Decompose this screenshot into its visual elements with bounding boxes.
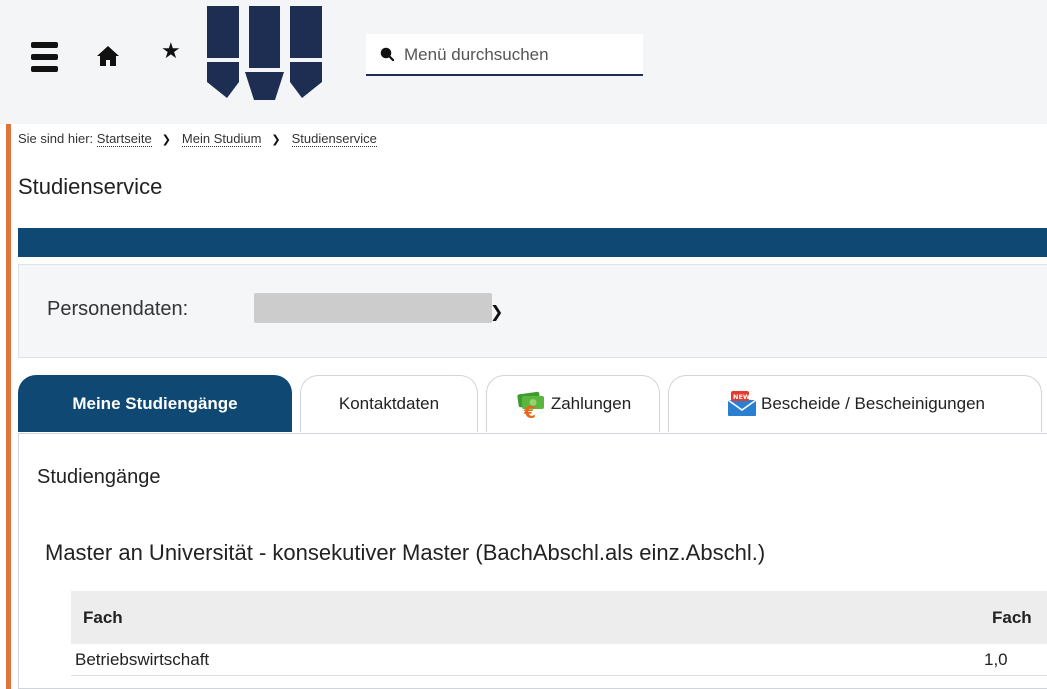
money-icon: € bbox=[517, 391, 544, 418]
section-title: Studiengänge bbox=[37, 466, 161, 488]
column-header-fach-2: Fach bbox=[980, 591, 1047, 644]
svg-text:NEW: NEW bbox=[733, 393, 750, 401]
breadcrumb-mein-studium[interactable]: Mein Studium bbox=[181, 131, 262, 147]
program-title: Master an Universität - konsekutiver Mas… bbox=[45, 540, 766, 565]
cell-subject: Betriebswirtschaft bbox=[71, 644, 980, 676]
new-mail-icon: NEW bbox=[727, 391, 757, 416]
university-logo[interactable] bbox=[207, 6, 322, 101]
tab-label: Kontaktdaten bbox=[338, 394, 440, 413]
breadcrumb-studienservice[interactable]: Studienservice bbox=[291, 131, 377, 147]
svg-text:€: € bbox=[523, 403, 536, 418]
tab-kontaktdaten[interactable]: Kontaktdaten bbox=[300, 375, 478, 432]
chevron-right-icon: ❯ bbox=[271, 134, 281, 146]
subjects-table: Fach Fach Betriebswirtschaft 1,0 bbox=[71, 591, 1047, 676]
home-icon[interactable] bbox=[96, 45, 120, 67]
tab-label: Bescheide / Bescheinigungen bbox=[761, 394, 985, 413]
table-header-row: Fach Fach bbox=[71, 591, 1047, 644]
top-bar: ★ bbox=[0, 0, 1047, 124]
table-row: Betriebswirtschaft 1,0 bbox=[71, 644, 1047, 676]
chevron-right-icon: ❯ bbox=[161, 134, 171, 146]
star-icon[interactable]: ★ bbox=[161, 38, 181, 64]
search-input[interactable] bbox=[402, 42, 636, 68]
search-icon bbox=[380, 47, 394, 61]
tab-bar: Meine Studiengänge Kontaktdaten € Zahlun… bbox=[18, 375, 1047, 433]
breadcrumb-startseite[interactable]: Startseite bbox=[96, 131, 152, 147]
hamburger-menu-icon[interactable] bbox=[31, 42, 58, 72]
person-data-label: Personendaten: bbox=[47, 298, 189, 320]
person-data-box: Personendaten: ❯ bbox=[18, 264, 1047, 358]
tab-meine-studiengaenge[interactable]: Meine Studiengänge bbox=[18, 375, 292, 432]
tab-zahlungen[interactable]: € Zahlungen bbox=[486, 375, 660, 432]
breadcrumb-prefix: Sie sind hier: bbox=[18, 131, 94, 146]
tab-label: Meine Studiengänge bbox=[72, 394, 238, 413]
tab-label: Zahlungen bbox=[550, 394, 632, 413]
tab-bescheide[interactable]: NEW Bescheide / Bescheinigungen bbox=[668, 375, 1042, 432]
tab-content-panel: Studiengänge Master an Universität - kon… bbox=[18, 433, 1047, 689]
redacted-name bbox=[254, 293, 492, 323]
left-accent-bar bbox=[6, 124, 11, 689]
breadcrumb: Sie sind hier: Startseite ❯ Mein Studium ❯ S… bbox=[18, 131, 377, 147]
search-box[interactable] bbox=[366, 34, 643, 76]
cell-value: 1,0 bbox=[980, 644, 1047, 676]
column-header-fach: Fach bbox=[71, 591, 980, 644]
page-title: Studienservice bbox=[18, 174, 163, 199]
header-banner bbox=[18, 228, 1047, 257]
chevron-right-icon[interactable]: ❯ bbox=[490, 302, 503, 322]
